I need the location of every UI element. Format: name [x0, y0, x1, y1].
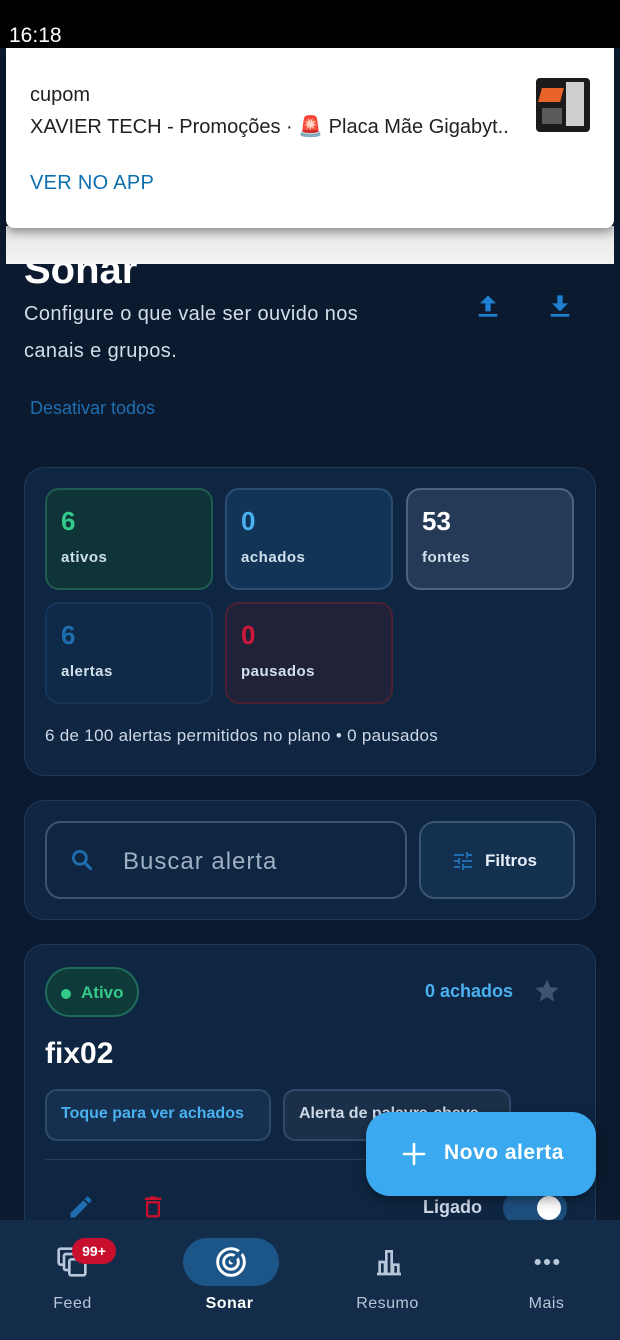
nav-label: Feed	[53, 1295, 92, 1312]
new-alert-label: Novo alerta	[444, 1141, 564, 1164]
search-input[interactable]: Buscar alerta	[45, 821, 407, 899]
bar-chart-icon	[377, 1250, 401, 1276]
stat-achados: 0 achados	[225, 488, 393, 590]
nav-item-feed[interactable]: 99+ Feed	[0, 1220, 155, 1340]
status-badge: Ativo	[45, 967, 139, 1017]
alert-card[interactable]: Ativo 0 achados fix02 Toque para ver ach…	[24, 944, 596, 1244]
notification-banner[interactable]: cupom XAVIER TECH - Promoções · 🚨 Placa …	[6, 48, 614, 228]
feed-badge: 99+	[72, 1238, 116, 1264]
stat-ativos: 6 ativos	[45, 488, 213, 590]
upload-icon[interactable]	[472, 290, 504, 322]
status-bar: 16:18	[0, 0, 620, 48]
stat-label: achados	[241, 549, 306, 566]
stat-alertas: 6 alertas	[45, 602, 213, 704]
notification-open-app-button[interactable]: VER NO APP	[30, 172, 154, 195]
plus-icon	[402, 1142, 426, 1166]
star-icon[interactable]	[533, 977, 561, 1005]
new-alert-button[interactable]: Novo alerta	[366, 1112, 596, 1196]
stat-label: fontes	[422, 549, 470, 566]
download-icon[interactable]	[544, 290, 576, 322]
trash-icon[interactable]	[139, 1193, 167, 1221]
stat-value: 6	[61, 620, 76, 650]
notification-shade	[6, 226, 614, 264]
stats-card: 6 ativos 0 achados 53 fontes 6 alertas 0…	[24, 467, 596, 776]
search-icon	[71, 849, 93, 871]
stat-pausados: 0 pausados	[225, 602, 393, 704]
stat-value: 6	[61, 506, 76, 536]
nav-label: Sonar	[205, 1295, 254, 1312]
edit-icon[interactable]	[67, 1193, 95, 1221]
search-placeholder: Buscar alerta	[123, 848, 278, 875]
page-subtitle: Configure o que vale ser ouvido nos cana…	[24, 303, 359, 362]
alert-name: fix02	[45, 1037, 114, 1070]
more-icon	[534, 1258, 560, 1266]
notification-title: cupom	[30, 84, 91, 106]
nav-label: Resumo	[356, 1295, 419, 1312]
nav-item-sonar[interactable]: Sonar	[155, 1220, 310, 1340]
stat-value: 53	[422, 506, 451, 536]
tune-icon	[454, 852, 472, 870]
plan-usage-note: 6 de 100 alertas permitidos no plano • 0…	[45, 726, 439, 745]
stat-fontes: 53 fontes	[406, 488, 574, 590]
stat-label: ativos	[61, 549, 108, 566]
status-time: 16:18	[9, 24, 62, 47]
stat-label: pausados	[241, 663, 316, 680]
notification-thumbnail	[536, 78, 590, 132]
sonar-icon	[216, 1247, 246, 1277]
stat-value: 0	[241, 506, 256, 536]
found-count-link[interactable]: 0 achados	[425, 981, 513, 1002]
filters-label: Filtros	[485, 851, 537, 870]
status-dot-icon	[61, 989, 71, 999]
notification-body: XAVIER TECH - Promoções · 🚨 Placa Mãe Gi…	[30, 116, 509, 138]
nav-item-resumo[interactable]: Resumo	[310, 1220, 465, 1340]
view-findings-chip[interactable]: Toque para ver achados	[45, 1089, 271, 1141]
nav-label: Mais	[528, 1295, 565, 1312]
stat-label: alertas	[61, 663, 113, 680]
nav-item-mais[interactable]: Mais	[465, 1220, 620, 1340]
stat-value: 0	[241, 620, 256, 650]
status-badge-label: Ativo	[81, 983, 124, 1002]
switch-knob	[537, 1196, 561, 1220]
disable-all-button[interactable]: Desativar todos	[30, 398, 155, 419]
search-card: Buscar alerta Filtros	[24, 800, 596, 920]
filters-button[interactable]: Filtros	[419, 821, 575, 899]
switch-label: Ligado	[423, 1197, 482, 1217]
bottom-nav: 99+ Feed Sonar Resumo Mais	[0, 1220, 620, 1340]
